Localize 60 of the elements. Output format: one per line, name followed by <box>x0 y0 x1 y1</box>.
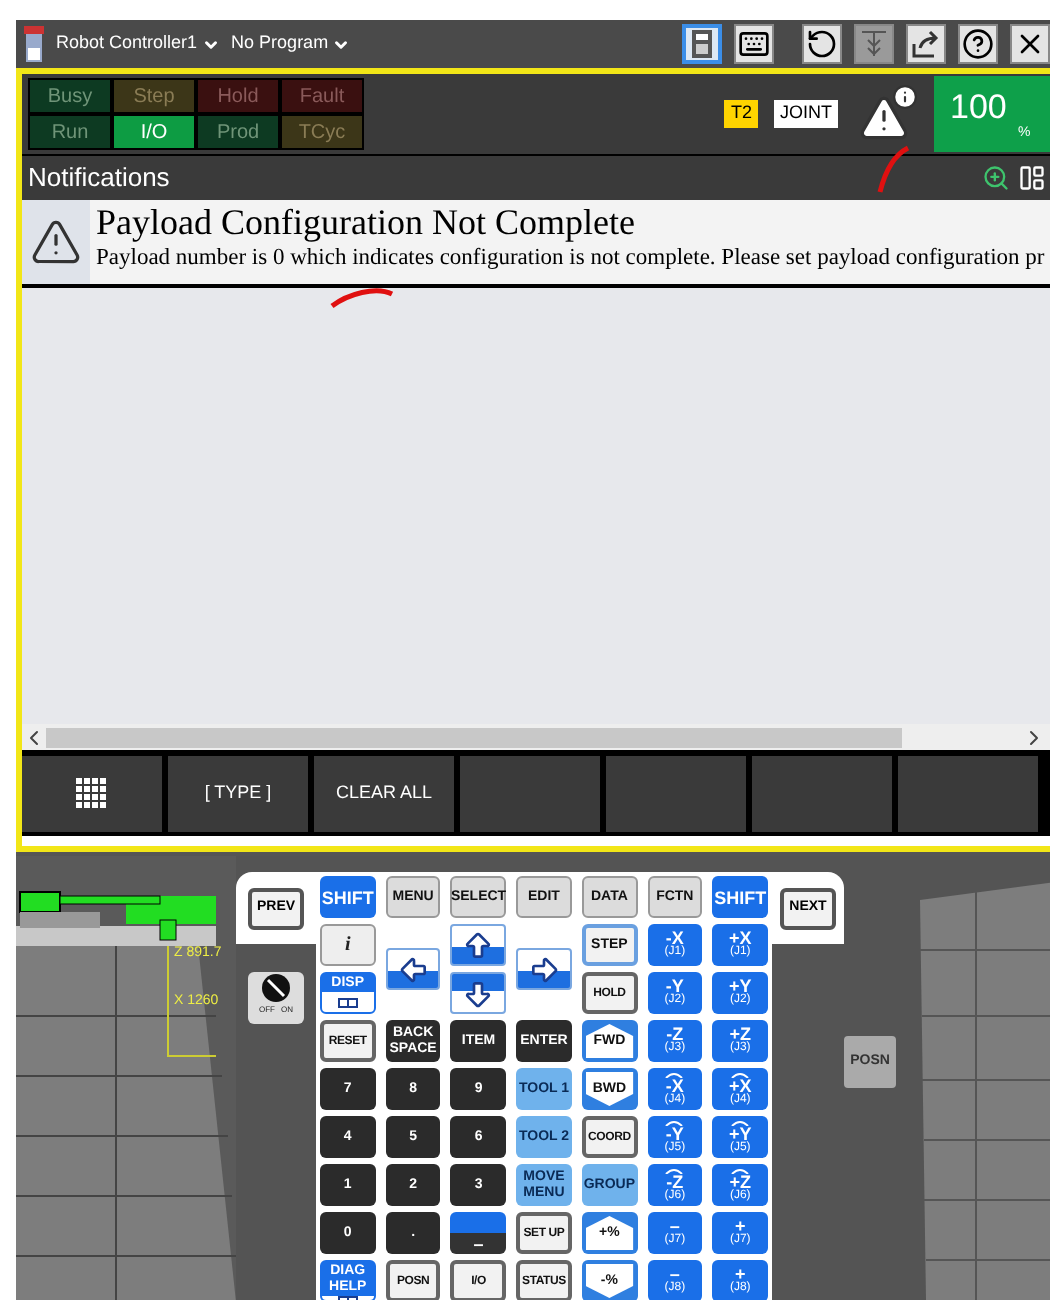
warning-icon <box>30 216 82 268</box>
controller-dropdown[interactable]: Robot Controller1 <box>56 30 220 58</box>
notifications-header: Notifications <box>22 156 1050 200</box>
arrow-key[interactable] <box>450 972 507 1014</box>
status-lamp: I/O <box>114 116 194 148</box>
grid-icon <box>76 778 108 810</box>
softkey[interactable]: [ TYPE ] <box>168 756 308 832</box>
toolbar-button[interactable] <box>734 24 774 64</box>
rotate-arc-icon <box>664 1167 685 1173</box>
rotate-arc-icon <box>730 1071 751 1077</box>
minus-key[interactable]: – <box>450 1212 507 1254</box>
annotation-stroke <box>876 144 912 194</box>
rotate-arc-icon <box>664 1119 685 1125</box>
zoom-icon[interactable] <box>982 164 1010 192</box>
arrow-key[interactable] <box>450 924 507 966</box>
program-dropdown[interactable]: No Program <box>231 30 351 58</box>
coord-badge: JOINT <box>774 100 838 128</box>
warning-info-icon <box>858 84 918 144</box>
toolbar-button[interactable] <box>958 24 998 64</box>
caret-icon <box>201 35 220 53</box>
up-arrow-icon <box>462 929 495 961</box>
horizontal-scrollbar[interactable] <box>22 724 1050 750</box>
keyboard-icon <box>738 28 770 60</box>
status-lamp: TCyc <box>282 116 362 148</box>
mode-badge: T2 <box>724 100 758 128</box>
right-arrow-icon <box>527 953 560 985</box>
toolbar-button[interactable] <box>906 24 946 64</box>
status-lamp: Fault <box>282 80 362 112</box>
shift-key[interactable]: SHIFT <box>320 876 376 918</box>
softkey[interactable] <box>22 756 162 832</box>
layout-icon[interactable] <box>1018 164 1046 192</box>
status-lamp: Step <box>114 80 194 112</box>
notification-item[interactable]: Payload Configuration Not Complete Payload number is 0 which indicates configuration is not complete. Please set payload configuration pr <box>22 200 1050 288</box>
down-arrow-icon <box>462 977 495 1009</box>
window-icon <box>337 997 358 1007</box>
export-icon <box>910 28 942 60</box>
toolbar-button[interactable] <box>1010 24 1050 64</box>
refresh-icon <box>806 28 838 60</box>
shift-key[interactable]: SHIFT <box>712 876 768 918</box>
arrow-key[interactable] <box>516 948 572 990</box>
rotate-arc-icon <box>730 1119 751 1125</box>
status-lamp: Run <box>30 116 110 148</box>
info-key[interactable]: i <box>320 924 376 966</box>
pendant-icon <box>24 26 44 62</box>
softkey[interactable]: CLEAR ALL <box>314 756 454 832</box>
tool-icon <box>858 28 890 60</box>
notification-title: Payload Configuration Not Complete <box>96 200 635 244</box>
rotate-arc-icon <box>730 1167 751 1173</box>
arrow-key[interactable] <box>385 948 441 990</box>
toolbar-button[interactable] <box>682 24 722 64</box>
pendant-icon <box>686 28 718 60</box>
rotate-arc-icon <box>664 1071 685 1077</box>
status-lamp: Hold <box>198 80 278 112</box>
caret-icon <box>332 35 351 53</box>
left-arrow-icon <box>397 953 430 985</box>
status-lamp: Busy <box>30 80 110 112</box>
toolbar-button[interactable] <box>802 24 842 64</box>
notification-message: Payload number is 0 which indicates configuration is not complete. Please set payload configuration pr <box>96 244 1045 272</box>
help-icon <box>962 28 994 60</box>
status-lamp: Prod <box>198 116 278 148</box>
